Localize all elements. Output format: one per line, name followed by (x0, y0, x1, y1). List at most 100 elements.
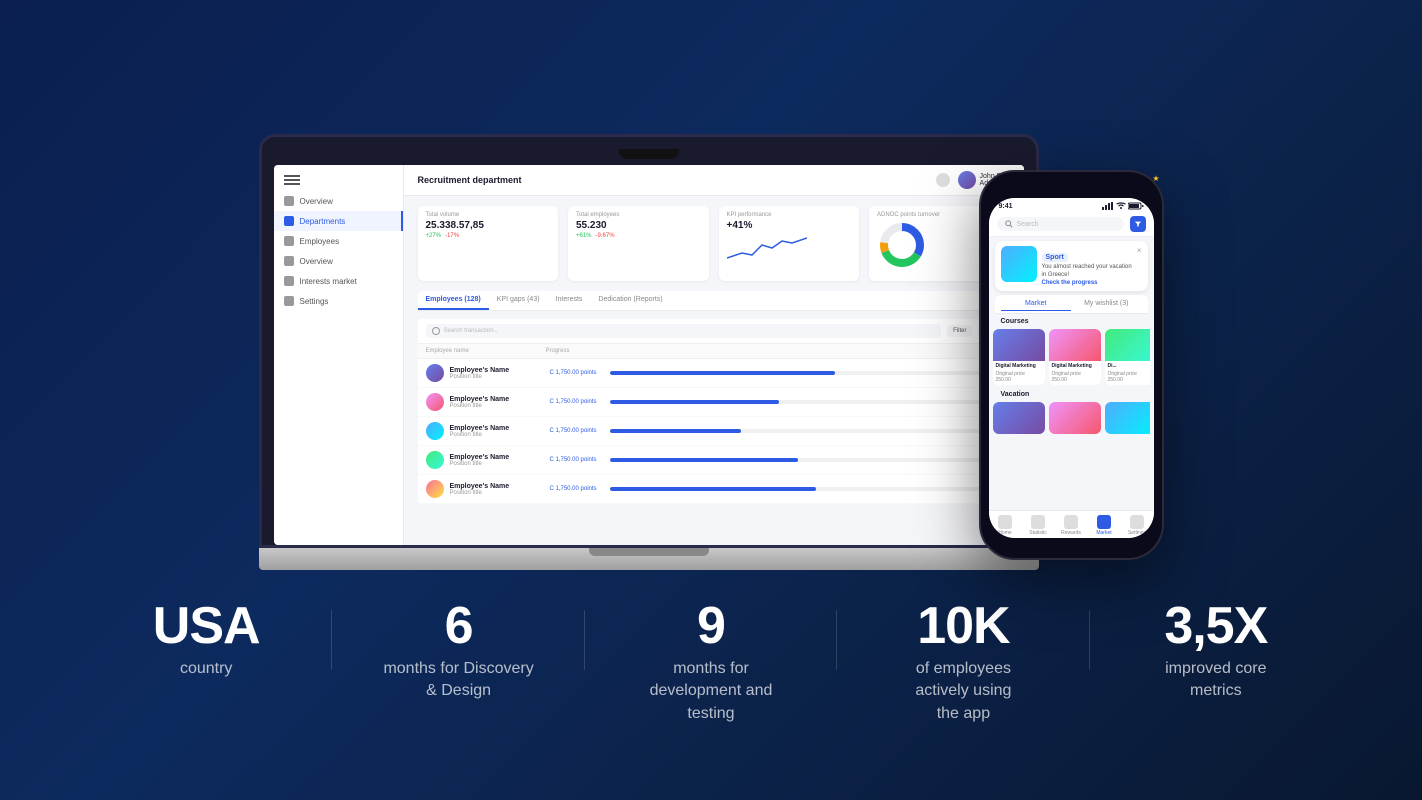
search-box[interactable]: Search transaction... (426, 324, 942, 338)
course-card-1[interactable]: Digital Marketing Original price 250.00 (993, 329, 1045, 386)
stat-label: Total volume (426, 212, 551, 218)
table-row[interactable]: Employee's Name Position title C 1,750.0… (418, 446, 1010, 475)
stat-change: +61% -9.67% (576, 233, 701, 239)
tab-dedication[interactable]: Dedication (Reports) (590, 291, 670, 310)
avatar (958, 171, 976, 189)
sidebar-label-employees: Employees (300, 237, 340, 246)
tab-employees[interactable]: Employees (128) (418, 291, 489, 310)
filter-icon[interactable] (1130, 216, 1146, 232)
col-employee-name: Employee name (426, 348, 546, 354)
search-icon (1005, 220, 1013, 228)
nav-rewards[interactable]: Rewards (1055, 515, 1088, 536)
progress-bar-fill (610, 458, 798, 462)
row-position: Position title (450, 490, 550, 496)
sidebar-item-interests[interactable]: Interests market (274, 271, 403, 291)
tab-market[interactable]: Market (1001, 297, 1072, 311)
notif-text: You almost reached your vacation in Gree… (1042, 264, 1132, 280)
filter-button[interactable]: Filter (947, 325, 972, 337)
phone-search-bar: Search (989, 212, 1154, 237)
laptop: Overview Departments Employees Over (259, 134, 1039, 570)
course-price-2: Original price 250.00 (1049, 371, 1101, 385)
stat-desc-0: country (100, 658, 312, 680)
laptop-notch (619, 149, 679, 159)
row-info: Employee's Name Position title (450, 367, 550, 380)
phone-notification: Sport You almost reached your vacation i… (995, 241, 1148, 291)
progress-bar-fill (610, 400, 779, 404)
progress-bar-fill (610, 429, 742, 433)
market-icon (1097, 515, 1111, 529)
table-row[interactable]: Employee's Name Position title C 1,750.0… (418, 417, 1010, 446)
course-price-3: Original price 250.00 (1105, 371, 1150, 385)
phone: 9:41 (979, 170, 1164, 560)
stat-up: +61% (576, 233, 592, 239)
course-card-3[interactable]: Di... Original price 250.00 (1105, 329, 1150, 386)
course-image-2: ★ (1049, 329, 1101, 361)
content-tabs: Employees (128) KPI gaps (43) Interests … (418, 291, 1010, 311)
vacation-image-2 (1049, 402, 1101, 434)
app-header: Recruitment department John Doe Admin (404, 165, 1024, 196)
table-row[interactable]: Employee's Name Position title C 1,750.0… (418, 388, 1010, 417)
departments-icon (284, 216, 294, 226)
vacation-card-1[interactable] (993, 402, 1045, 434)
stat-number-0: USA (100, 600, 312, 652)
stat-desc-1: months for Discovery& Design (352, 658, 564, 703)
app-main: Recruitment department John Doe Admin (404, 165, 1024, 545)
notif-close-button[interactable]: × (1137, 246, 1142, 255)
table-row[interactable]: Employee's Name Position title C 1,750.0… (418, 359, 1010, 388)
tab-wishlist[interactable]: My wishlist (3) (1071, 297, 1142, 311)
phone-scroll-content: Courses Digital Marketing Original price… (989, 314, 1154, 510)
phone-search-input[interactable]: Search (997, 217, 1124, 231)
table-header: Employee name Progress (418, 344, 1010, 359)
phone-screen: 9:41 (989, 198, 1154, 538)
sidebar-label-settings: Settings (300, 297, 329, 306)
course-card-2[interactable]: ★ Digital Marketing Original price 250.0… (1049, 329, 1101, 386)
vacation-card-2[interactable] (1049, 402, 1101, 434)
page-title: Recruitment department (418, 175, 522, 185)
row-position: Position title (450, 461, 550, 467)
interests-icon (284, 276, 294, 286)
nav-market[interactable]: Market (1088, 515, 1121, 536)
row-info: Employee's Name Position title (450, 425, 550, 438)
tab-interests[interactable]: Interests (548, 291, 591, 310)
stats-section: USA country 6 months for Discovery& Desi… (0, 570, 1422, 725)
sidebar-item-departments[interactable]: Departments (274, 211, 403, 231)
stat-change: +27% -17% (426, 233, 551, 239)
nav-settings[interactable]: Settings (1121, 515, 1154, 536)
sidebar-item-overview2[interactable]: Overview (274, 251, 403, 271)
stat-label: Total employees (576, 212, 701, 218)
sidebar-item-employees[interactable]: Employees (274, 231, 403, 251)
funnel-icon (1134, 220, 1142, 228)
col-progress: Progress (546, 348, 1002, 354)
progress-bar-container (610, 429, 986, 433)
sidebar-item-settings[interactable]: Settings (274, 291, 403, 311)
table-row[interactable]: Employee's Name Position title C 1,750.0… (418, 475, 1010, 504)
nav-settings-label: Settings (1128, 530, 1146, 536)
vacation-card-3[interactable] (1105, 402, 1150, 434)
stat-total-employees: Total employees 55.230 +61% -9.67% (568, 206, 709, 281)
row-info: Employee's Name Position title (450, 396, 550, 409)
nav-statistic[interactable]: Statistic (1022, 515, 1055, 536)
search-icon (432, 327, 440, 335)
bell-icon[interactable] (936, 173, 950, 187)
menu-icon[interactable] (284, 179, 300, 181)
nav-home[interactable]: Home (989, 515, 1022, 536)
tab-kpi-gaps[interactable]: KPI gaps (43) (489, 291, 548, 310)
sidebar-header (274, 173, 403, 187)
stat-number-2: 9 (605, 600, 817, 652)
notif-link[interactable]: Check the progress (1042, 280, 1132, 286)
employees-icon (284, 236, 294, 246)
home-icon (998, 515, 1012, 529)
course-title-3: Di... (1105, 361, 1150, 372)
course-title-2: Digital Marketing (1049, 361, 1101, 372)
row-avatar (426, 364, 444, 382)
sidebar-item-overview[interactable]: Overview (274, 191, 403, 211)
app-content: Total volume 25.338.57,85 +27% -17% Tota… (404, 196, 1024, 545)
courses-row: Digital Marketing Original price 250.00 … (993, 327, 1150, 388)
devices-section: Overview Departments Employees Over (0, 0, 1422, 570)
row-avatar (426, 451, 444, 469)
stat-down: -17% (445, 233, 459, 239)
employees-table: Search transaction... Filter Sort Employ… (418, 319, 1010, 504)
app-sidebar: Overview Departments Employees Over (274, 165, 404, 545)
laptop-screen-outer: Overview Departments Employees Over (259, 134, 1039, 548)
stat-down: -9.67% (596, 233, 615, 239)
